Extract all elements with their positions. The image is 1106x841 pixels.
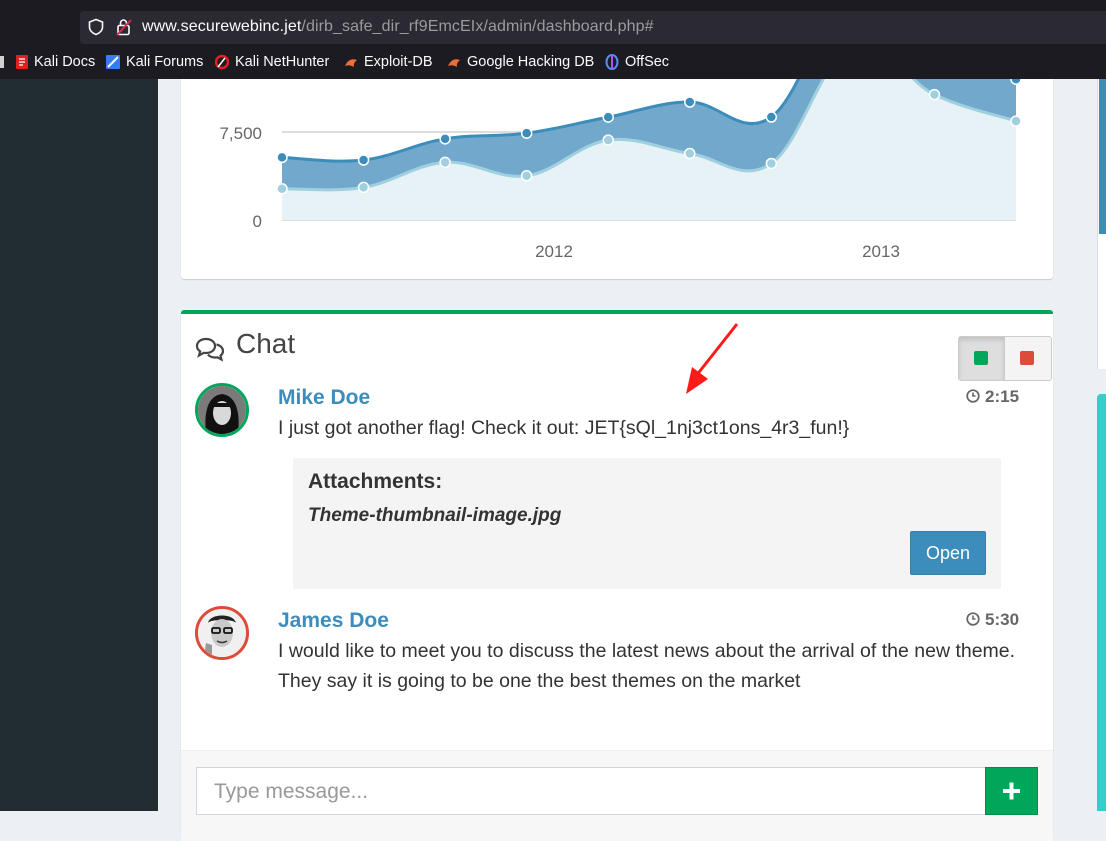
shield-icon[interactable] [87,18,105,36]
send-button[interactable] [985,767,1038,815]
message-input[interactable]: Type message... [196,767,986,815]
y-tick-label: 0 [253,212,262,231]
message-text: I just got another flag! Check it out: J… [278,417,850,439]
message-author[interactable]: Mike Doe [278,386,370,410]
attachment-filename[interactable]: Theme-thumbnail-image.jpg [308,505,561,527]
data-point [684,147,696,160]
chat-footer: Type message... [181,750,1053,841]
user-photo-icon [198,386,246,434]
avatar[interactable] [195,383,249,437]
data-point [357,181,370,194]
sidebar [0,79,158,811]
message-time: 5:30 [966,610,1019,630]
online-square-icon [974,351,988,365]
bookmark-kali-forums[interactable]: Kali Forums [126,54,203,70]
data-point [520,127,533,139]
clock-icon [966,612,980,626]
browser-toolbar: www.securewebinc.jet/dirb_safe_dir_rf9Em… [0,0,1106,79]
comments-icon [195,337,225,362]
x-tick-label: 2012 [535,242,573,261]
user-photo-icon [198,609,246,657]
offsec-icon [605,54,619,70]
data-point [1010,115,1022,127]
message-time-text: 5:30 [985,610,1020,629]
bookmarks-toolbar: Kali Docs Kali Forums Kali NetHunter Exp… [0,50,1106,76]
message-text: I would like to meet you to discuss the … [278,640,1016,692]
data-point [928,88,941,101]
data-point [765,111,778,123]
data-point [1010,79,1022,85]
data-point [602,134,614,146]
exploit-db-icon [345,59,357,67]
google-hacking-db-icon [448,59,460,67]
url-text[interactable]: www.securewebinc.jet/dirb_safe_dir_rf9Em… [142,18,654,36]
bookmark-kali-docs[interactable]: Kali Docs [34,54,95,70]
status-toggle-group [958,336,1052,381]
chat-header: Chat [195,328,1052,381]
chat-title: Chat [236,328,296,359]
offline-square-icon [1020,351,1034,365]
bookmark-exploit-db[interactable]: Exploit-DB [364,54,433,70]
offline-status-button[interactable] [1005,337,1051,380]
annotation-arrow-icon [686,323,739,394]
insecure-lock-icon[interactable] [115,17,133,37]
chart-areas [281,79,1017,220]
right-panel-box [1097,79,1106,369]
message-time-text: 2:15 [985,387,1020,406]
bookmark-kali-nethunter[interactable]: Kali NetHunter [235,54,329,70]
bookmark-google-hacking-db[interactable]: Google Hacking DB [467,54,594,70]
y-tick-label: 7,500 [219,124,262,143]
data-point [765,157,778,170]
clock-icon [966,389,980,403]
data-point [684,96,696,108]
data-point [276,182,288,195]
attachment-box: Attachments: Theme-thumbnail-image.jpg O… [293,458,1001,589]
attachment-title: Attachments: [308,470,443,493]
open-attachment-button[interactable]: Open [910,531,986,575]
data-point [602,111,614,123]
bookmark-partial-icon [0,56,4,68]
area-chart: 0 7,500 2012 2013 [219,79,1022,261]
bookmark-offsec[interactable]: OffSec [625,54,669,70]
kali-nethunter-icon [215,54,229,70]
series-area [282,79,1016,220]
right-panel-accent [1099,79,1106,234]
chart-card: 0 7,500 2012 2013 [181,79,1053,279]
plus-icon [1003,782,1020,800]
message-author[interactable]: James Doe [278,609,389,633]
data-point [276,151,288,164]
chat-box: Chat Mike Doe 2:15 I just got another fl… [181,310,1053,841]
online-status-button[interactable] [959,337,1005,380]
kali-forums-icon [106,55,120,69]
right-panel-info-box [1097,394,1106,811]
avatar[interactable] [195,606,249,660]
data-point [520,170,533,182]
message-time: 2:15 [966,387,1019,407]
data-point [439,133,451,145]
data-point [439,156,451,169]
data-point [357,154,370,166]
x-tick-label: 2013 [862,242,900,261]
kali-docs-icon [16,55,28,69]
